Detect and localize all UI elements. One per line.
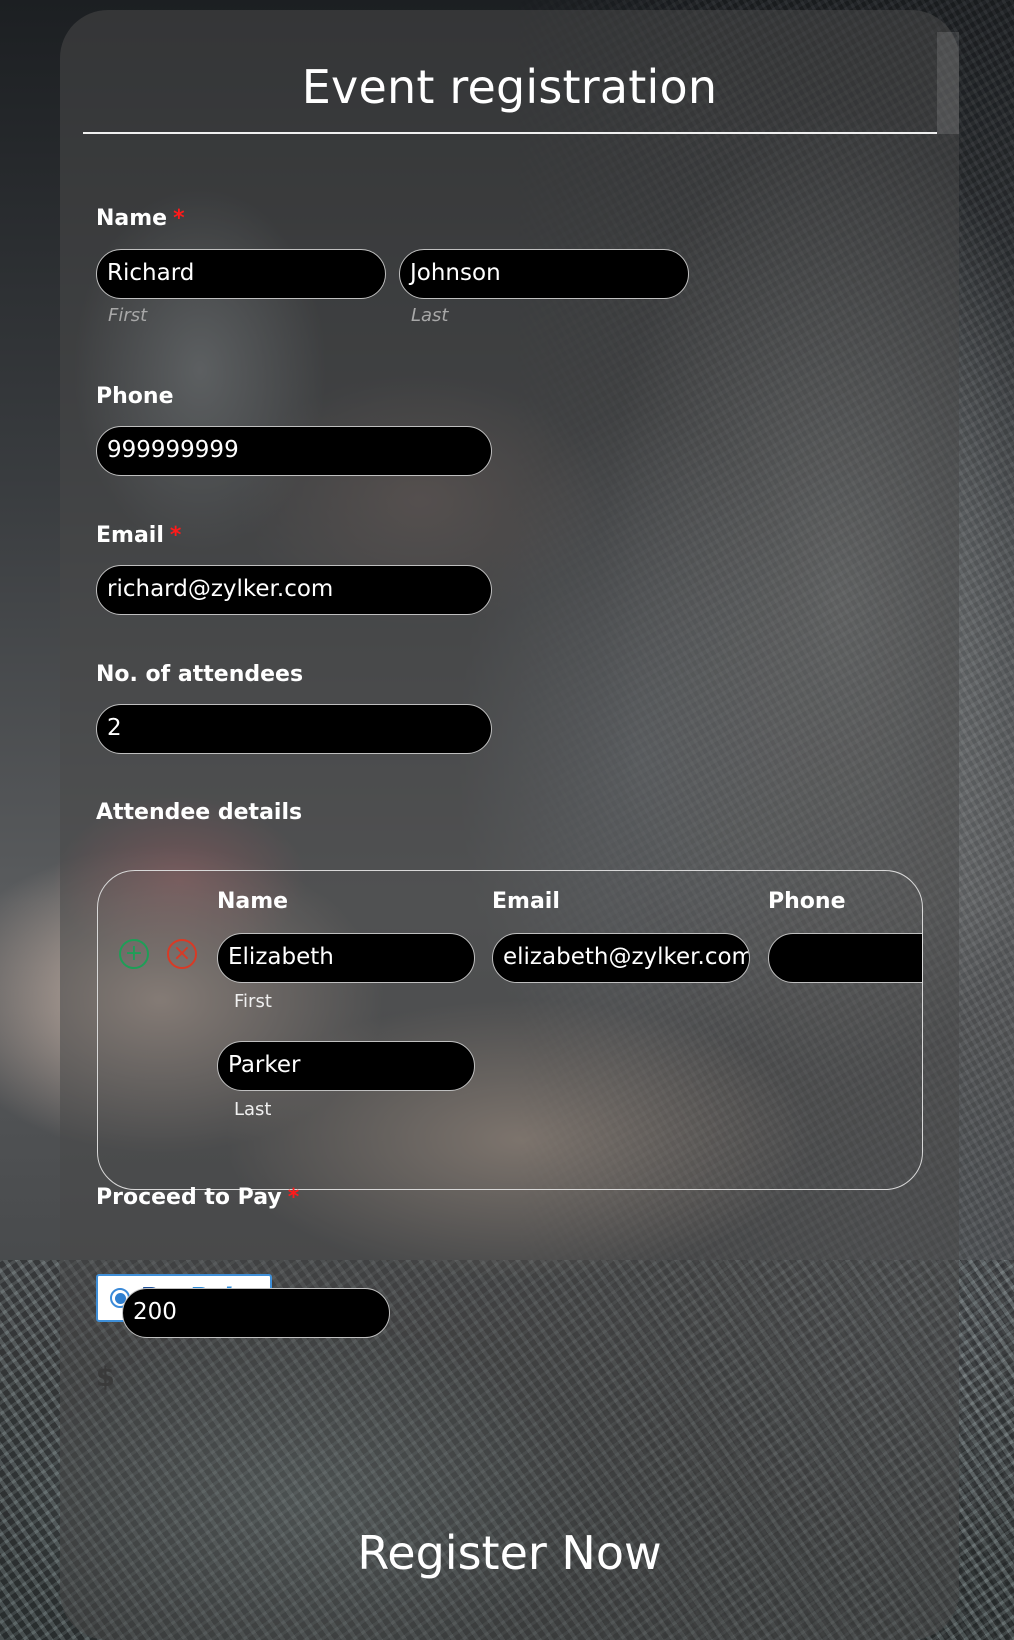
attendee-last-name-input[interactable]: Parker (217, 1041, 475, 1091)
first-name-input[interactable]: Richard (96, 249, 386, 299)
required-marker: * (169, 523, 182, 548)
title-divider (83, 132, 937, 134)
column-header-email: Email (492, 889, 560, 914)
currency-symbol: $ (96, 1362, 115, 1393)
required-marker: * (173, 206, 185, 231)
name-label-text: Name (96, 206, 168, 231)
column-header-phone: Phone (768, 889, 846, 914)
name-label: Name * (96, 206, 185, 231)
phone-input[interactable]: 999999999 (96, 426, 492, 476)
register-now-button[interactable]: Register Now (60, 1526, 959, 1580)
first-name-sublabel: First (108, 305, 148, 326)
email-input[interactable]: richard@zylker.com (96, 565, 492, 615)
attendee-first-name-input[interactable]: Elizabeth (217, 933, 475, 983)
attendee-email-input[interactable]: elizabeth@zylker.com (492, 933, 750, 983)
form-title: Event registration (301, 60, 718, 114)
column-header-name: Name (217, 889, 289, 914)
plus-circle-icon[interactable]: + (119, 939, 149, 969)
required-marker: * (287, 1185, 300, 1210)
last-name-input[interactable]: Johnson (399, 249, 689, 299)
phone-label: Phone (96, 384, 174, 409)
registration-form-card: Event registration Name * Richard Johnson… (60, 10, 959, 1640)
x-circle-icon[interactable]: × (167, 939, 197, 969)
email-label-text: Email (96, 523, 164, 548)
attendee-first-sublabel: First (234, 991, 272, 1012)
last-name-sublabel: Last (411, 305, 449, 326)
payment-label-text: Proceed to Pay (96, 1185, 282, 1210)
attendees-count-input[interactable]: 2 (96, 704, 492, 754)
scrollbar[interactable] (937, 32, 959, 134)
attendee-details-label: Attendee details (96, 800, 303, 825)
email-label: Email * (96, 523, 181, 548)
payment-label: Proceed to Pay * (96, 1185, 299, 1210)
attendee-details-grid: Name Email Phone + × Elizabeth First Par… (97, 870, 923, 1190)
attendee-phone-input[interactable] (768, 933, 922, 983)
amount-input[interactable]: 200 (122, 1288, 390, 1338)
attendees-count-label: No. of attendees (96, 662, 304, 687)
attendee-last-sublabel: Last (234, 1099, 272, 1120)
